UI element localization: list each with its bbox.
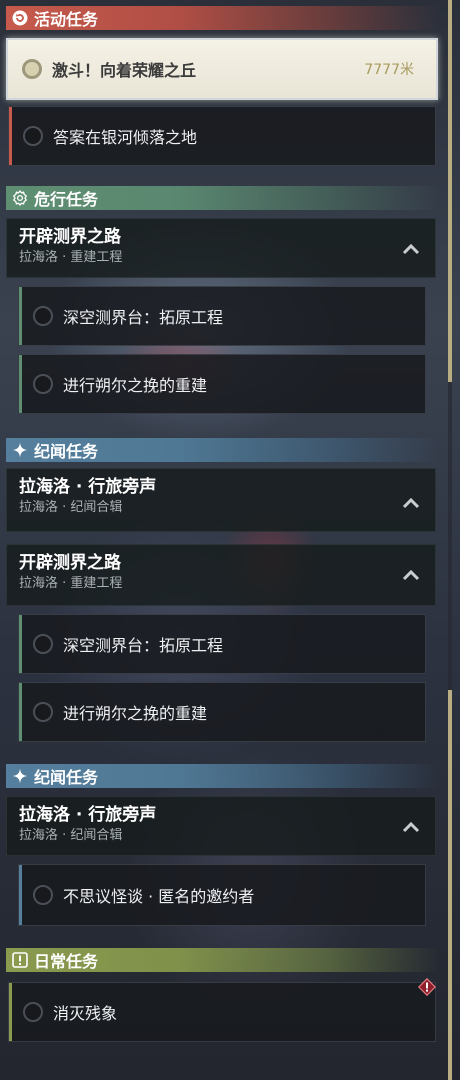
chevron-up-icon[interactable] <box>401 819 421 835</box>
task-distance: 7777米 <box>364 62 414 78</box>
sparkle-icon <box>12 768 28 784</box>
task-accent-bar <box>19 865 22 925</box>
category-label: 纪闻任务 <box>34 442 99 461</box>
task-status-circle <box>23 126 43 146</box>
scrollbar-thumb[interactable] <box>448 0 452 382</box>
scrollbar-thumb[interactable] <box>448 690 452 1080</box>
refresh-icon <box>12 10 28 26</box>
gear-icon <box>12 190 28 206</box>
task-status-circle <box>33 634 53 654</box>
quest-group-subtitle: 拉海洛 · 纪闻合辑 <box>19 500 123 515</box>
task-status-circle <box>23 1002 43 1022</box>
category-story-header: 纪闻任务 <box>6 764 440 788</box>
category-story-header: 纪闻任务 <box>6 438 440 462</box>
quest-panel: 活动任务 激斗！向着荣耀之丘 7777米 答案在银河倾落之地 危行任务 开辟测界… <box>0 0 460 1080</box>
quest-group-header[interactable]: 拉海洛 · 行旅旁声 拉海洛 · 纪闻合辑 <box>6 468 436 532</box>
chevron-up-icon[interactable] <box>401 241 421 257</box>
category-danger-header: 危行任务 <box>6 186 440 210</box>
task-accent-bar <box>19 683 22 741</box>
task-label: 深空测界台：拓原工程 <box>63 308 224 327</box>
task-accent-bar <box>19 355 22 413</box>
task-status-circle <box>33 306 53 326</box>
quest-group-subtitle: 拉海洛 · 重建工程 <box>19 250 123 265</box>
quest-group-header[interactable]: 开辟测界之路 拉海洛 · 重建工程 <box>6 544 436 606</box>
task-item[interactable]: 消灭残象 <box>8 982 436 1042</box>
quest-group-header[interactable]: 拉海洛 · 行旅旁声 拉海洛 · 纪闻合辑 <box>6 796 436 856</box>
sparkle-icon <box>12 442 28 458</box>
task-status-circle <box>33 374 53 394</box>
task-status-circle <box>22 59 42 79</box>
task-item[interactable]: 不思议怪谈 · 匿名的邀约者 <box>18 864 426 926</box>
task-label: 不思议怪谈 · 匿名的邀约者 <box>63 887 255 906</box>
task-label: 激斗！向着荣耀之丘 <box>52 61 197 80</box>
task-label: 消灭残象 <box>53 1004 118 1023</box>
quest-group-title: 拉海洛 · 行旅旁声 <box>19 477 157 497</box>
task-label: 答案在银河倾落之地 <box>53 128 198 147</box>
task-item-selected[interactable]: 激斗！向着荣耀之丘 7777米 <box>6 38 438 100</box>
task-accent-bar <box>19 287 22 345</box>
task-label: 进行朔尔之挽的重建 <box>63 376 208 395</box>
exclamation-icon <box>12 952 28 968</box>
task-accent-bar <box>9 983 12 1041</box>
task-item[interactable]: 答案在银河倾落之地 <box>8 106 436 166</box>
task-status-circle <box>33 885 53 905</box>
task-item[interactable]: 进行朔尔之挽的重建 <box>18 682 426 742</box>
category-label: 活动任务 <box>34 10 99 29</box>
quest-group-subtitle: 拉海洛 · 重建工程 <box>19 576 123 591</box>
category-active-header: 活动任务 <box>6 6 440 30</box>
chevron-up-icon[interactable] <box>401 567 421 583</box>
quest-group-title: 拉海洛 · 行旅旁声 <box>19 805 157 825</box>
task-accent-bar <box>19 615 22 673</box>
task-label: 进行朔尔之挽的重建 <box>63 704 208 723</box>
quest-group-title: 开辟测界之路 <box>19 553 121 573</box>
quest-group-title: 开辟测界之路 <box>19 227 121 247</box>
quest-group-header[interactable]: 开辟测界之路 拉海洛 · 重建工程 <box>6 218 436 278</box>
task-status-circle <box>33 702 53 722</box>
category-daily-header: 日常任务 <box>6 948 440 972</box>
chevron-up-icon[interactable] <box>401 495 421 511</box>
task-item[interactable]: 深空测界台：拓原工程 <box>18 286 426 346</box>
task-label: 深空测界台：拓原工程 <box>63 636 224 655</box>
category-label: 危行任务 <box>34 190 99 209</box>
task-accent-bar <box>9 107 12 165</box>
quest-group-subtitle: 拉海洛 · 纪闻合辑 <box>19 828 123 843</box>
task-item[interactable]: 进行朔尔之挽的重建 <box>18 354 426 414</box>
category-label: 日常任务 <box>34 952 99 971</box>
task-item[interactable]: 深空测界台：拓原工程 <box>18 614 426 674</box>
warning-diamond-icon <box>418 978 436 996</box>
category-label: 纪闻任务 <box>34 768 99 787</box>
